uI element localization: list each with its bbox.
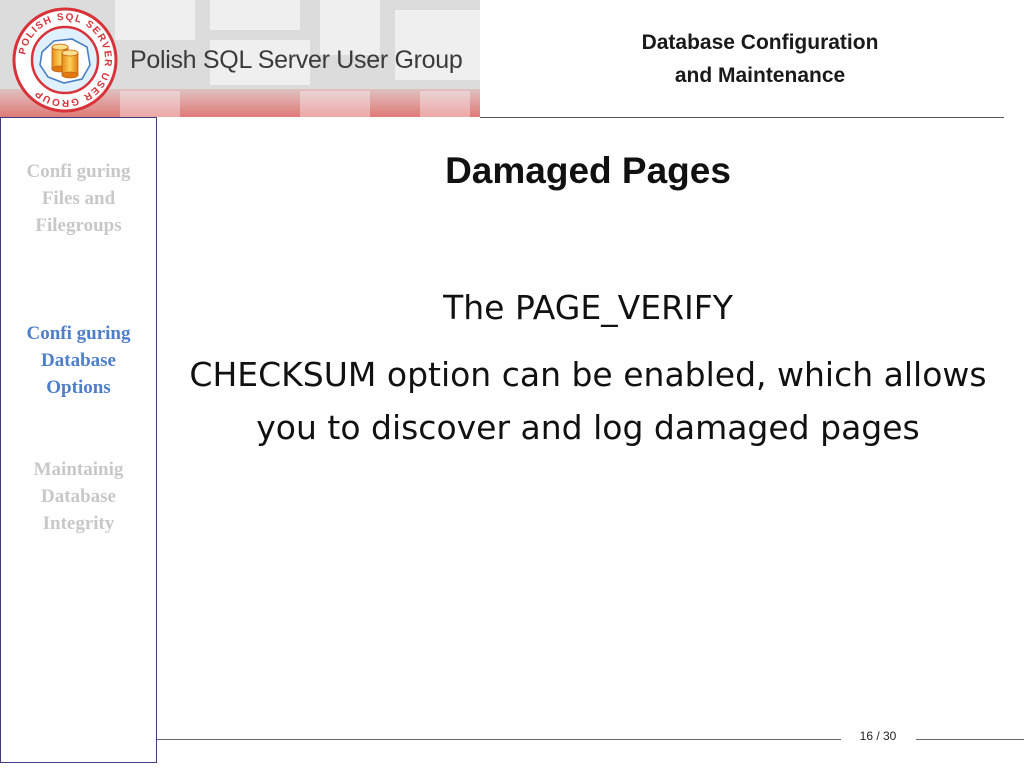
slide-body: The PAGE_VERIFY CHECKSUM option can be e…	[180, 282, 996, 454]
banner-tile	[120, 91, 180, 117]
sidebar-item-maintaining-integrity[interactable]: Maintainig Database Integrity	[1, 456, 156, 537]
body-text-paragraph: CHECKSUM option can be enabled, which al…	[189, 355, 987, 447]
sidebar-item-configuring-options[interactable]: Confi guring Database Options	[1, 320, 156, 401]
slide-title: Damaged Pages	[445, 150, 731, 191]
sidebar-item-label: Confi guring	[26, 323, 131, 344]
deck-title-line: Database Configuration	[641, 31, 879, 54]
sidebar-item-label: Database	[41, 350, 116, 371]
sidebar-item-label: Confi guring	[26, 161, 131, 182]
sidebar-item-label: Filegroups	[35, 215, 122, 236]
banner-tile	[115, 0, 195, 40]
footer-divider	[157, 739, 841, 740]
page-number: 16 / 30	[859, 729, 897, 743]
deck-title: Database Configuration and Maintenance	[560, 26, 960, 92]
sidebar-nav: Confi guring Files and Filegroups Confi …	[0, 117, 157, 763]
sidebar-item-configuring-files[interactable]: Confi guring Files and Filegroups	[1, 158, 156, 239]
sidebar-item-label: Files and	[41, 188, 116, 209]
banner-tile	[420, 91, 470, 117]
sidebar-item-label: Integrity	[42, 513, 115, 534]
plssug-logo: POLISH SQL SERVER USER GROUP	[12, 7, 118, 113]
banner-tile	[210, 0, 300, 30]
sidebar-item-label: Database	[41, 486, 116, 507]
header-divider	[480, 117, 1004, 118]
group-name: Polish SQL Server User Group	[130, 46, 463, 74]
deck-title-line: and Maintenance	[674, 64, 846, 87]
sidebar-item-label: Options	[46, 377, 111, 398]
sidebar-item-label: Maintainig	[33, 459, 124, 480]
body-text-line: The PAGE_VERIFY	[443, 288, 733, 327]
footer-divider	[916, 739, 1024, 740]
banner-tile	[300, 91, 370, 117]
